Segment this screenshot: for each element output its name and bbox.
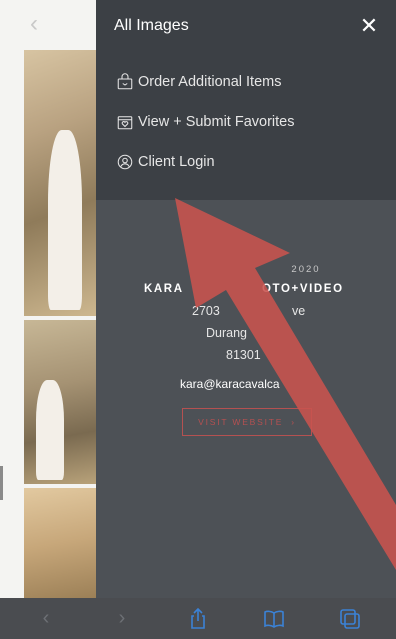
copyright-year: 2020: [291, 264, 321, 275]
tabs-icon[interactable]: [330, 604, 370, 634]
menu-item-client-login[interactable]: Client Login: [96, 142, 396, 182]
heart-box-icon: [116, 113, 134, 131]
menu-item-label: View + Submit Favorites: [138, 114, 295, 130]
menu-item-label: Order Additional Items: [138, 74, 282, 90]
user-circle-icon: [116, 153, 134, 171]
studio-info: 2020 KARA OTO+VIDEO 2703 ve Durang 81301…: [96, 200, 396, 600]
chevron-left-icon[interactable]: ‹: [26, 604, 66, 634]
browser-toolbar: ‹ ›: [0, 598, 396, 639]
menu-item-order-additional-items[interactable]: Order Additional Items: [96, 62, 396, 102]
menu-item-label: Client Login: [138, 154, 215, 170]
gallery-photo[interactable]: [24, 50, 96, 316]
gallery-photo[interactable]: [24, 320, 96, 484]
shopping-bag-icon: [116, 73, 134, 91]
drawer-title: All Images: [114, 17, 189, 34]
book-icon[interactable]: [254, 604, 294, 634]
drawer-menu: Order Additional Items View + Submit Fav…: [96, 52, 396, 200]
side-drawer: All Images ✕ Order Additional Items View…: [96, 0, 396, 600]
edge-tab: [0, 466, 3, 500]
back-chevron-icon[interactable]: ‹: [30, 12, 50, 36]
share-icon[interactable]: [178, 604, 218, 634]
chevron-right-icon[interactable]: ›: [102, 604, 142, 634]
drawer-header: All Images ✕: [96, 0, 396, 52]
close-icon[interactable]: ✕: [358, 15, 380, 37]
visit-website-button[interactable]: VISIT WEBSITE ›: [182, 408, 312, 436]
gallery-photo[interactable]: [24, 488, 96, 598]
menu-item-view-submit-favorites[interactable]: View + Submit Favorites: [96, 102, 396, 142]
